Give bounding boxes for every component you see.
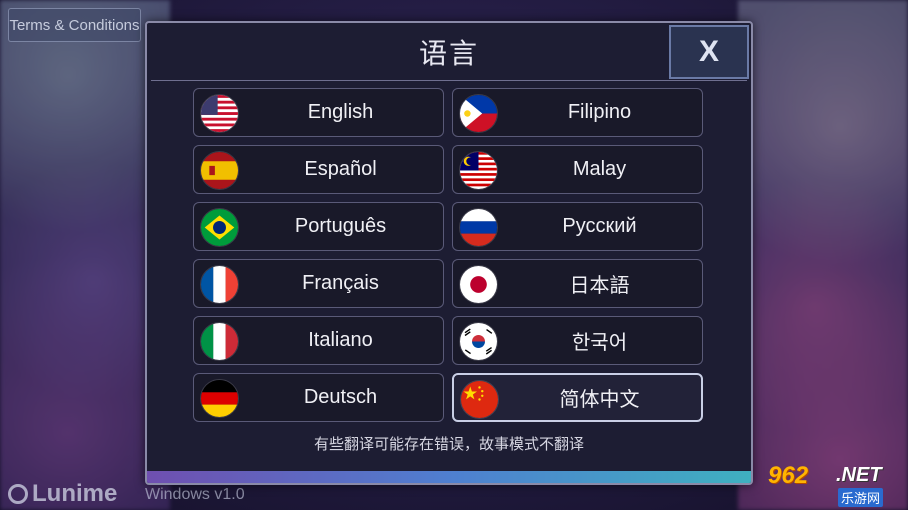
brand-name: Lunime	[32, 480, 118, 507]
language-label: English	[307, 101, 374, 123]
france-flag-icon	[200, 265, 239, 304]
china-flag-icon	[460, 380, 499, 419]
close-icon: X	[698, 35, 719, 68]
language-option-espanol[interactable]: Español	[193, 145, 444, 194]
language-option-korean[interactable]: 한국어	[452, 316, 703, 365]
language-option-italiano[interactable]: Italiano	[193, 316, 444, 365]
dialog-bottom-bar	[147, 471, 751, 483]
language-label: Malay	[572, 158, 627, 180]
language-option-deutsch[interactable]: Deutsch	[193, 373, 444, 422]
translation-disclaimer: 有些翻译可能存在错误，故事模式不翻译	[313, 435, 584, 453]
italy-flag-icon	[200, 322, 239, 361]
language-option-english[interactable]: English	[193, 88, 444, 137]
russia-flag-icon	[459, 208, 498, 247]
language-label: Português	[294, 215, 387, 237]
language-option-portugues[interactable]: Português	[193, 202, 444, 251]
language-option-francais[interactable]: Français	[193, 259, 444, 308]
spain-flag-icon	[200, 151, 239, 190]
dialog-header: 语言	[147, 23, 751, 80]
philippines-flag-icon	[459, 94, 498, 133]
brand-logo: Lunime	[8, 480, 117, 508]
watermark-subtitle: 乐游网	[838, 488, 884, 507]
language-option-malay[interactable]: Malay	[452, 145, 703, 194]
japan-flag-icon	[459, 265, 498, 304]
language-option-filipino[interactable]: Filipino	[452, 88, 703, 137]
watermark-number: 962	[768, 462, 809, 489]
us-flag-icon	[200, 94, 239, 133]
language-label: Русский	[562, 215, 637, 237]
language-label: Filipino	[567, 101, 632, 123]
terms-conditions-button[interactable]: Terms & Conditions	[8, 8, 141, 42]
close-button[interactable]: X	[669, 25, 749, 79]
language-label: Deutsch	[303, 386, 378, 408]
language-label: Français	[302, 272, 379, 294]
language-option-simplified-chinese[interactable]: 简体中文	[452, 373, 703, 422]
brazil-flag-icon	[200, 208, 239, 247]
korea-flag-icon	[459, 322, 498, 361]
language-dialog: 语言 X English Filipino Español Malay Port…	[145, 21, 753, 485]
language-label: Italiano	[308, 329, 373, 351]
version-label: Windows v1.0	[145, 486, 245, 503]
malaysia-flag-icon	[459, 151, 498, 190]
language-label: 简体中文	[559, 389, 640, 411]
language-label: Español	[304, 158, 377, 180]
lunime-logo-icon	[8, 484, 28, 504]
watermark: 962 .NET 乐游网	[768, 462, 902, 507]
language-option-japanese[interactable]: 日本語	[452, 259, 703, 308]
background-art-right	[738, 0, 908, 510]
language-option-russian[interactable]: Русский	[452, 202, 703, 251]
header-divider	[151, 80, 747, 81]
dialog-title: 语言	[418, 36, 479, 70]
language-label: 한국어	[571, 332, 628, 354]
language-label: 日本語	[569, 275, 630, 297]
watermark-domain: .NET	[836, 464, 882, 486]
germany-flag-icon	[200, 379, 239, 418]
